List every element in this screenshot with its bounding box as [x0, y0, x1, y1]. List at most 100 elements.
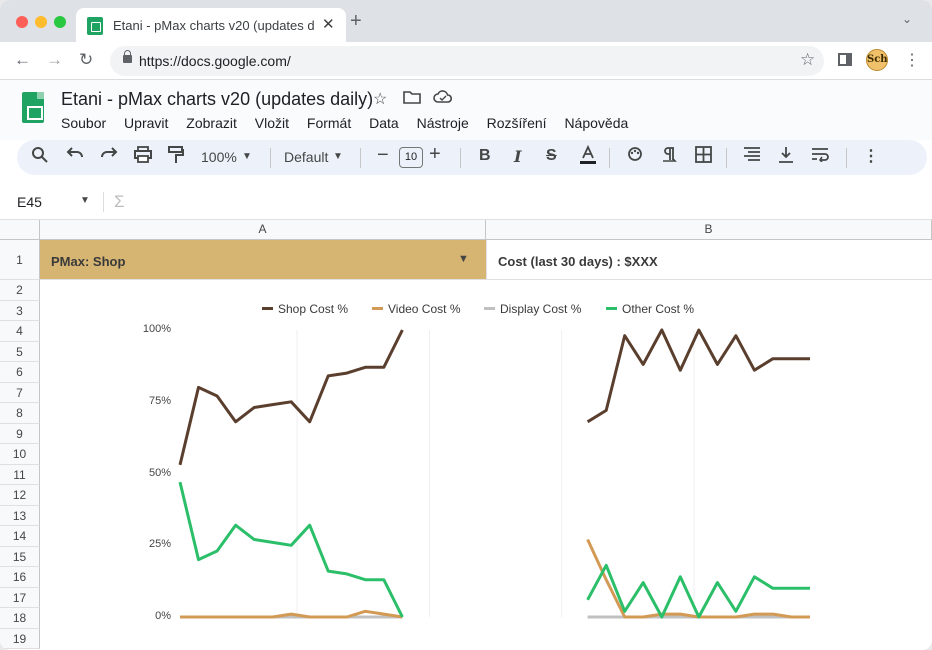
row-header[interactable]: 13 — [0, 505, 40, 526]
text-direction-icon[interactable] — [660, 146, 678, 169]
avatar[interactable]: Sch — [866, 49, 888, 71]
maximize-window-icon[interactable] — [54, 16, 66, 28]
menu-zobrazit[interactable]: Zobrazit — [186, 115, 237, 131]
omnibox[interactable]: https://docs.google.com/ ☆ — [110, 46, 824, 76]
bookmark-star-icon[interactable]: ☆ — [800, 50, 815, 70]
document-title[interactable]: Etani - pMax charts v20 (updates daily) — [61, 89, 373, 110]
name-box[interactable]: E45 — [17, 194, 42, 210]
toolbar-divider — [270, 148, 271, 168]
row-header[interactable]: 19 — [0, 628, 40, 649]
line-chart[interactable]: Shop Cost % Video Cost % Display Cost % Oth… — [40, 281, 932, 650]
horizontal-align-icon[interactable] — [743, 146, 761, 167]
italic-icon[interactable]: I — [514, 147, 521, 166]
row-header[interactable]: 2 — [0, 280, 40, 301]
zoom-select[interactable]: 100% — [201, 149, 237, 165]
bold-icon[interactable]: B — [479, 147, 491, 165]
more-options-icon[interactable]: ⋮ — [863, 146, 879, 166]
font-size-input[interactable]: 10 — [399, 147, 423, 168]
select-all-corner[interactable] — [0, 220, 40, 240]
row-header[interactable]: 4 — [0, 321, 40, 342]
tab-strip: Etani - pMax charts v20 (updates d ✕ + ⌄ — [0, 0, 932, 42]
menu-rozsireni[interactable]: Rozšíření — [487, 115, 547, 131]
sheets-header: Etani - pMax charts v20 (updates daily) … — [0, 80, 932, 140]
font-select[interactable]: Default — [284, 149, 328, 165]
row-header[interactable]: 11 — [0, 464, 40, 485]
menu-upravit[interactable]: Upravit — [124, 115, 168, 131]
back-icon[interactable]: ← — [14, 50, 31, 70]
series-line-shop-cost[interactable] — [586, 328, 810, 424]
menu-napoveda[interactable]: Nápověda — [564, 115, 628, 131]
cell-b1[interactable]: Cost (last 30 days) : $XXX — [486, 240, 932, 280]
cell-b1-text: Cost (last 30 days) : $XXX — [498, 254, 658, 269]
strikethrough-icon[interactable]: S — [546, 147, 557, 165]
paint-format-icon[interactable] — [168, 146, 184, 169]
cell-a1[interactable]: PMax: Shop ▼ — [40, 240, 486, 280]
series-line-shop-cost[interactable] — [178, 329, 404, 466]
chart-plot-area — [178, 328, 810, 619]
row-header[interactable]: 6 — [0, 362, 40, 383]
url-text[interactable]: https://docs.google.com/ — [139, 53, 291, 69]
lock-icon[interactable] — [123, 50, 132, 63]
redo-icon[interactable] — [99, 146, 119, 167]
star-icon[interactable]: ☆ — [373, 89, 387, 109]
vertical-align-icon[interactable] — [778, 146, 794, 169]
menu-data[interactable]: Data — [369, 115, 399, 131]
close-window-icon[interactable] — [16, 16, 28, 28]
toolbar-divider — [460, 148, 461, 168]
tab-search-chevron-icon[interactable]: ⌄ — [902, 12, 912, 26]
menu-vlozit[interactable]: Vložit — [255, 115, 289, 131]
side-panel-icon[interactable] — [838, 53, 852, 66]
toolbar-divider — [726, 148, 727, 168]
zoom-dropdown-icon[interactable]: ▼ — [242, 151, 252, 162]
tab-title: Etani - pMax charts v20 (updates d — [113, 18, 315, 33]
column-header-b[interactable]: B — [486, 220, 932, 240]
menu-format[interactable]: Formát — [307, 115, 351, 131]
column-header-a[interactable]: A — [40, 220, 486, 240]
row-header[interactable]: 17 — [0, 587, 40, 608]
row-header[interactable]: 3 — [0, 300, 40, 321]
sheets-logo-icon[interactable] — [22, 92, 44, 123]
sheets-favicon-icon — [87, 17, 103, 35]
series-line-other-cost[interactable] — [178, 481, 404, 618]
menu-nastroje[interactable]: Nástroje — [417, 115, 469, 131]
cell-a1-text: PMax: Shop — [51, 254, 126, 269]
cloud-status-icon[interactable] — [433, 89, 453, 110]
borders-icon[interactable] — [695, 146, 712, 168]
font-dropdown-icon[interactable]: ▼ — [333, 151, 343, 162]
reload-icon[interactable]: ↻ — [79, 50, 93, 70]
name-box-dropdown-icon[interactable]: ▼ — [80, 195, 90, 206]
row-header[interactable]: 9 — [0, 423, 40, 444]
move-folder-icon[interactable] — [403, 89, 421, 110]
increase-font-size-icon[interactable]: + — [429, 143, 441, 166]
row-header[interactable]: 14 — [0, 526, 40, 547]
undo-icon[interactable] — [65, 146, 85, 167]
row-header[interactable]: 8 — [0, 403, 40, 424]
row-header[interactable]: 18 — [0, 608, 40, 629]
menu-soubor[interactable]: Soubor — [61, 115, 106, 131]
fill-color-icon[interactable] — [626, 146, 644, 169]
menu-bar: Soubor Upravit Zobrazit Vložit Formát Da… — [61, 115, 642, 131]
toolbar-divider — [609, 148, 610, 168]
toolbar-divider — [360, 148, 361, 168]
formula-bar: E45 ▼ Σ — [0, 184, 932, 220]
row-header[interactable]: 10 — [0, 444, 40, 465]
browser-tab[interactable]: Etani - pMax charts v20 (updates d ✕ — [76, 8, 346, 42]
browser-menu-icon[interactable]: ⋮ — [904, 50, 920, 70]
row-header[interactable]: 1 — [0, 240, 40, 280]
minimize-window-icon[interactable] — [35, 16, 47, 28]
search-menus-icon[interactable] — [31, 146, 48, 168]
row-header[interactable]: 12 — [0, 485, 40, 506]
text-color-icon[interactable] — [579, 144, 597, 171]
dropdown-chevron-icon[interactable]: ▼ — [458, 253, 469, 265]
row-header[interactable]: 15 — [0, 546, 40, 567]
print-icon[interactable] — [134, 146, 152, 168]
text-wrapping-icon[interactable] — [811, 146, 829, 167]
row-header[interactable]: 16 — [0, 567, 40, 588]
decrease-font-size-icon[interactable]: − — [377, 144, 389, 167]
row-header[interactable]: 7 — [0, 382, 40, 403]
new-tab-icon[interactable]: + — [350, 10, 362, 33]
address-bar: ← → ↻ https://docs.google.com/ ☆ Sch ⋮ — [0, 42, 932, 80]
tab-close-icon[interactable]: ✕ — [322, 15, 335, 33]
forward-icon[interactable]: → — [46, 50, 63, 70]
row-header[interactable]: 5 — [0, 341, 40, 362]
